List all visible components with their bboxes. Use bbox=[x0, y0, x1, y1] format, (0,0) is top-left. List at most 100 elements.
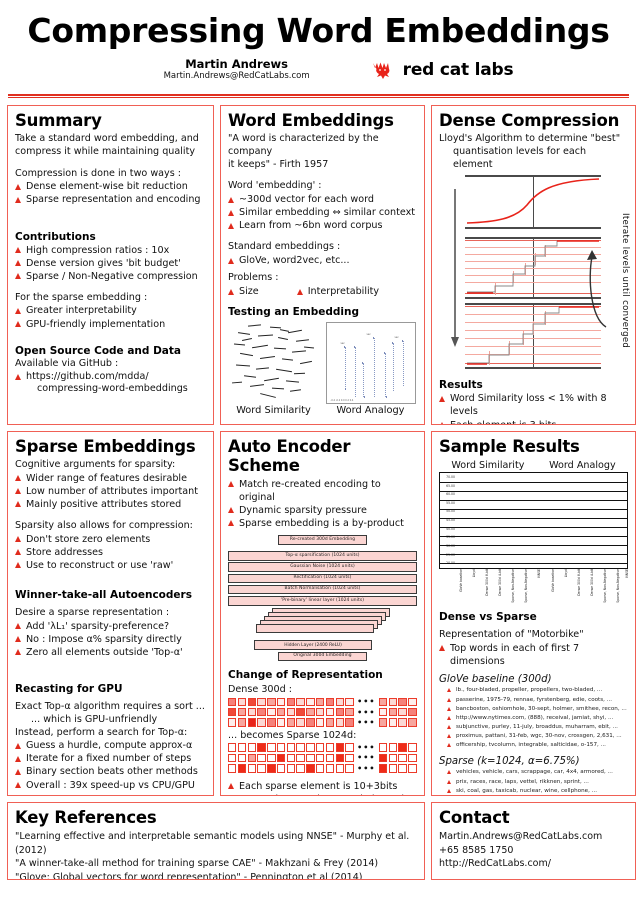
wta-label: Desire a sparse representation : bbox=[15, 606, 170, 618]
list-item: GPU-friendly implementation bbox=[15, 318, 206, 331]
down-arrow-icon bbox=[451, 189, 459, 348]
red-cat-icon bbox=[372, 62, 390, 79]
iterate-side-label: Iterate levels until converged bbox=[620, 213, 630, 349]
list-item: Match re-created encoding to original bbox=[228, 478, 417, 504]
poster-root: Compressing Word Embeddings Martin Andre… bbox=[0, 0, 637, 902]
opensource-heading: Open Source Code and Data bbox=[15, 344, 181, 357]
sparse-rep-grid: ••• ••• ••• bbox=[228, 743, 417, 773]
subchart-quantised-1 bbox=[465, 237, 601, 299]
list-item: Use to reconstruct or use 'raw' bbox=[15, 559, 206, 572]
x-tick: Sparse, Non-Negative bbox=[524, 568, 528, 603]
ae-layer-gaussian: Gaussian Noise (1024 units) bbox=[228, 562, 417, 572]
glove-heading: GloVe baseline (300d) bbox=[439, 673, 552, 685]
list-item: Each element is 3 bits bbox=[439, 419, 628, 424]
panel-key-references: Key References "Learning effective and i… bbox=[7, 801, 425, 880]
opensource-list: https://github.com/mdda/ bbox=[15, 370, 206, 383]
summary-ways-list: Dense element-wise bit reduction Sparse … bbox=[15, 180, 206, 206]
github-link[interactable]: https://github.com/mdda/ bbox=[15, 370, 206, 383]
chart-title-word-analogy: Word Analogy bbox=[549, 459, 616, 471]
auto-encoder-heading: Auto Encoder Scheme bbox=[228, 436, 351, 475]
list-item: Learn from ~6bn word corpus bbox=[228, 219, 417, 232]
representation-label: Representation of "Motorbike" bbox=[439, 628, 584, 640]
panel-dense-compression: Dense Compression Lloyd's Algorithm to d… bbox=[431, 104, 636, 425]
ellipsis: ••• bbox=[357, 743, 376, 753]
contact-website[interactable]: http://RedCatLabs.com/ bbox=[439, 857, 628, 871]
quote-line2: it keeps" - Firth 1957 bbox=[228, 158, 329, 170]
list-item: Sparse embedding is a by-product bbox=[228, 517, 417, 530]
problems-label: Problems : bbox=[228, 272, 279, 284]
ellipsis: ••• bbox=[357, 763, 376, 773]
gpu-heading: Recasting for GPU bbox=[15, 682, 123, 695]
brand-block: red cat labs bbox=[370, 60, 514, 80]
fig-caption-word-similarity: Word Similarity bbox=[236, 405, 311, 417]
fig-caption-word-analogy: Word Analogy bbox=[336, 405, 405, 417]
auto-encoder-diagram: Re-created 300d Embedding Top-α sparsifi… bbox=[228, 535, 417, 662]
github-link-cont[interactable]: compressing-word-embeddings bbox=[15, 383, 206, 396]
list-item: Interpretability bbox=[296, 285, 379, 298]
poster-grid: Summary Take a standard word embedding, … bbox=[0, 104, 637, 880]
wta-points-list: Add 'λL₁' sparsity-preference? No : Impo… bbox=[15, 620, 206, 659]
table-row: ••• bbox=[228, 718, 417, 727]
standard-points-list: GloVe, word2vec, etc... bbox=[228, 254, 417, 267]
header-rule-thin bbox=[8, 96, 629, 98]
author-email: Martin.Andrews@RedCatLabs.com bbox=[163, 71, 310, 82]
list-item: Sparse representation and encoding bbox=[15, 193, 206, 206]
y-tick: 70.00 bbox=[446, 474, 455, 479]
list-item: vehicles, vehicle, cars, scrappage, car,… bbox=[447, 768, 628, 777]
dense-intro-line2: quantisation levels for each element bbox=[453, 145, 587, 170]
sparse-heading: Sparse (k=1024, α=6.75%) bbox=[439, 755, 580, 767]
x-tick: GloVe baseline bbox=[551, 568, 555, 592]
panel-summary: Summary Take a standard word embedding, … bbox=[7, 104, 214, 425]
x-tick: Dense 300d 4-bit bbox=[590, 568, 594, 596]
summary-intro-line2: compress it while maintaining quality bbox=[15, 145, 196, 157]
author-block: Martin Andrews Martin.Andrews@RedCatLabs… bbox=[164, 57, 310, 83]
cognitive-points-list: Wider range of features desirable Low nu… bbox=[15, 472, 206, 511]
y-tick: 60.00 bbox=[446, 492, 455, 497]
table-row: ••• bbox=[228, 764, 417, 773]
list-item: Sparse / Non-Negative compression bbox=[15, 270, 206, 283]
dense-compression-heading: Dense Compression bbox=[439, 110, 620, 130]
ellipsis: ••• bbox=[357, 697, 376, 707]
ellipsis: ••• bbox=[357, 707, 376, 717]
reference-item: "A winner-take-all method for training s… bbox=[15, 858, 379, 870]
embedding-label: Word 'embedding' : bbox=[228, 180, 322, 192]
x-tick: GloVe baseline bbox=[459, 568, 463, 592]
reference-item: "Glove: Global vectors for word represen… bbox=[15, 872, 363, 880]
y-tick: 50.00 bbox=[446, 509, 455, 514]
list-item: Word Similarity loss < 1% with 8 levels bbox=[439, 392, 628, 418]
problems-list: Size Interpretability bbox=[228, 285, 417, 298]
embedding-figures: Word Similarity vec vec vec -0.4 -0.2 0.… bbox=[228, 322, 417, 416]
step-curve-2 bbox=[467, 306, 599, 366]
word-similarity-scatter bbox=[230, 322, 318, 404]
gpu-line2: ... which is GPU-unfriendly bbox=[31, 713, 158, 725]
sparse-embeddings-heading: Sparse Embeddings bbox=[15, 436, 196, 456]
dense-rep-grid: ••• ••• ••• bbox=[228, 697, 417, 727]
chart-panel-titles: Word Similarity Word Analogy bbox=[439, 460, 628, 471]
contact-email[interactable]: Martin.Andrews@RedCatLabs.com bbox=[439, 830, 628, 844]
x-tick: Dense 300d 8-bit bbox=[485, 568, 489, 596]
list-item: ~300d vector for each word bbox=[228, 193, 417, 206]
sparse-dims-list: vehicles, vehicle, cars, scrappage, car,… bbox=[439, 768, 628, 794]
gpu-line3: Instead, perform a search for Top-α: bbox=[15, 726, 188, 738]
list-item: bancboston, oshiomhole, 30-sept, holmer,… bbox=[447, 705, 628, 714]
x-tick: Lloyd bbox=[564, 568, 568, 578]
list-item: Wider range of features desirable bbox=[15, 472, 206, 485]
wta-heading: Winner-take-all Autoencoders bbox=[15, 588, 192, 601]
page-title: Compressing Word Embeddings bbox=[27, 11, 610, 50]
sparse-representation-block: ... becomes Sparse 1024d: ••• ••• ••• bbox=[228, 730, 417, 773]
x-tick: Dense 300d 4-bit bbox=[498, 568, 502, 596]
dense-intro-line1: Lloyd's Algorithm to determine "best" bbox=[439, 132, 621, 144]
ae-layer-topalpha: Top-α sparsification (1024 units) bbox=[228, 551, 417, 561]
ellipsis: ••• bbox=[357, 753, 376, 763]
references-heading: Key References bbox=[15, 807, 157, 827]
panel-sample-results: Sample Results Word Similarity Word Anal… bbox=[431, 430, 636, 796]
table-row: ••• bbox=[228, 743, 417, 752]
results-bar-chart: 70.00 65.00 60.00 55.00 50.00 45.00 40.0… bbox=[439, 471, 628, 569]
x-tick: NNSE bbox=[537, 568, 541, 578]
